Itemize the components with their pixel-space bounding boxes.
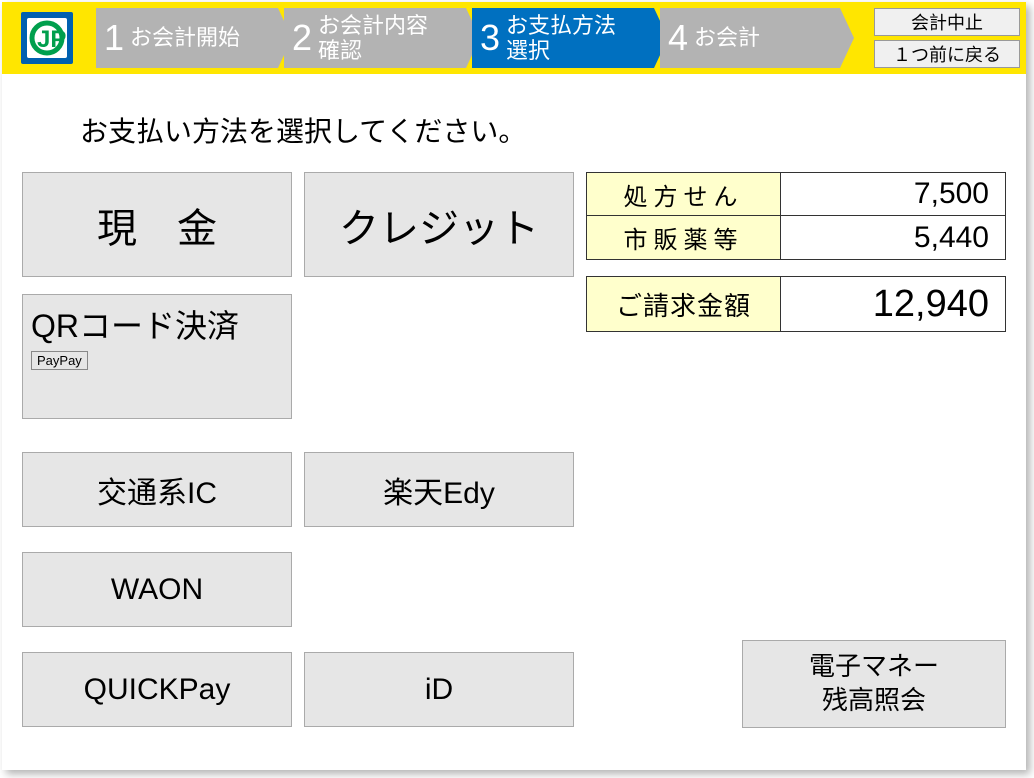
instruction-text: お支払い方法を選択してください。 [2, 74, 1026, 172]
credit-button[interactable]: クレジット [304, 172, 574, 277]
prescription-value: 7,500 [781, 172, 1006, 216]
step-number: 3 [480, 17, 500, 59]
total-row: ご請求金額 12,940 [586, 276, 1006, 332]
step-1: 1 お会計開始 [96, 8, 278, 68]
amount-summary-table: 処方せん 7,500 市販薬等 5,440 ご請求金額 12,940 [586, 172, 1006, 332]
qr-label: QRコード決済 [31, 301, 239, 347]
otc-label: 市販薬等 [586, 216, 781, 260]
progress-steps: 1 お会計開始 2 お会計内容 確認 3 お支払方法 選択 4 お会計 [92, 2, 874, 74]
step-label: お会計内容 確認 [318, 13, 428, 64]
total-label: ご請求金額 [586, 276, 781, 332]
otc-row: 市販薬等 5,440 [586, 216, 1006, 260]
qr-payment-button[interactable]: QRコード決済 PayPay [22, 294, 292, 419]
transit-ic-button[interactable]: 交通系IC [22, 452, 292, 527]
cancel-checkout-button[interactable]: 会計中止 [874, 8, 1020, 36]
header-bar: JP 1 お会計開始 2 お会計内容 確認 3 お支払方法 選択 4 お会計 会… [2, 2, 1026, 74]
prescription-row: 処方せん 7,500 [586, 172, 1006, 216]
step-label: お会計 [694, 25, 760, 50]
step-number: 4 [668, 17, 688, 59]
step-3: 3 お支払方法 選択 [472, 8, 654, 68]
prescription-label: 処方せん [586, 172, 781, 216]
qr-sub-paypay: PayPay [31, 351, 88, 370]
brand-logo: JP [2, 2, 92, 74]
svg-text:JP: JP [37, 26, 66, 53]
back-button[interactable]: １つ前に戻る [874, 40, 1020, 68]
total-value: 12,940 [781, 276, 1006, 332]
step-2: 2 お会計内容 確認 [284, 8, 466, 68]
step-label: お支払方法 選択 [506, 13, 616, 64]
step-number: 1 [104, 17, 124, 59]
jp-logo-icon: JP [17, 8, 77, 68]
waon-button[interactable]: WAON [22, 552, 292, 627]
cash-button[interactable]: 現 金 [22, 172, 292, 277]
otc-value: 5,440 [781, 216, 1006, 260]
rakuten-edy-button[interactable]: 楽天Edy [304, 452, 574, 527]
quickpay-button[interactable]: QUICKPay [22, 652, 292, 727]
balance-line1: 電子マネー [809, 650, 939, 684]
balance-line2: 残高照会 [822, 684, 926, 718]
step-number: 2 [292, 17, 312, 59]
step-label: お会計開始 [130, 25, 240, 50]
content-area: 現 金 クレジット QRコード決済 PayPay 交通系IC 楽天Edy WAO… [2, 172, 1026, 776]
id-button[interactable]: iD [304, 652, 574, 727]
step-4: 4 お会計 [660, 8, 840, 68]
header-buttons: 会計中止 １つ前に戻る [874, 2, 1026, 74]
emoney-balance-button[interactable]: 電子マネー 残高照会 [742, 640, 1006, 728]
